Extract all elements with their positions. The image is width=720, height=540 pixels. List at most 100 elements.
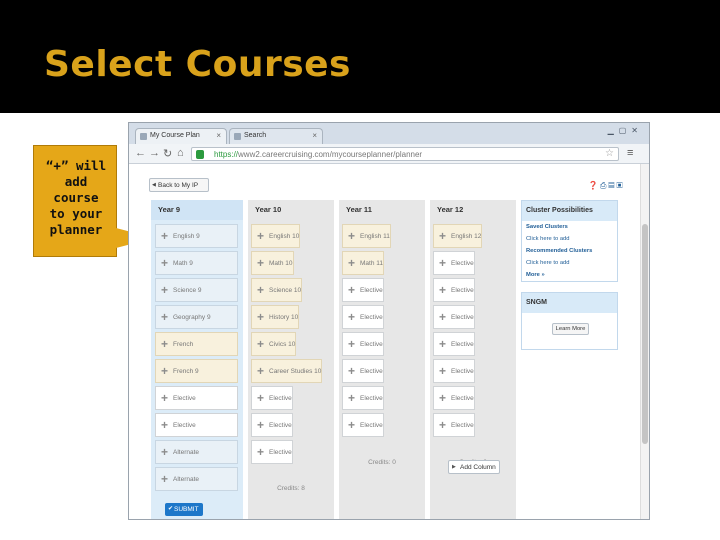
add-course-plus-icon[interactable]: + (161, 337, 168, 351)
add-course-plus-icon[interactable]: + (161, 256, 168, 270)
course-slot[interactable]: + Alternate (155, 440, 238, 464)
add-course-plus-icon[interactable]: + (348, 337, 355, 351)
close-tab-icon[interactable]: × (312, 131, 317, 140)
course-slot[interactable]: + English 10 (251, 224, 301, 248)
course-slot[interactable]: + English 12 (433, 224, 483, 248)
url-input[interactable]: https://www2.careercruising.com/mycourse… (191, 147, 619, 161)
course-slot[interactable]: + Math 11 (342, 251, 385, 275)
cluster-link[interactable]: Click here to add (522, 233, 617, 245)
add-course-plus-icon[interactable]: + (348, 391, 355, 405)
add-course-plus-icon[interactable]: + (257, 391, 264, 405)
course-slot-label: Elective (360, 422, 383, 429)
course-slot[interactable]: + Elective (433, 359, 475, 383)
add-course-plus-icon[interactable]: + (348, 310, 355, 324)
add-course-plus-icon[interactable]: + (439, 418, 446, 432)
add-course-plus-icon[interactable]: + (161, 283, 168, 297)
back-arrow-icon[interactable]: ← (135, 147, 146, 159)
learn-more-button[interactable]: Learn More (552, 323, 589, 335)
add-course-plus-icon[interactable]: + (439, 391, 446, 405)
add-course-plus-icon[interactable]: + (348, 283, 355, 297)
submit-button[interactable]: SUBMIT (165, 503, 203, 516)
course-slot[interactable]: + Elective (342, 386, 384, 410)
cluster-link[interactable]: More » (522, 269, 617, 281)
course-slot[interactable]: + Elective (433, 251, 475, 275)
add-course-plus-icon[interactable]: + (161, 418, 168, 432)
course-slot[interactable]: + French (155, 332, 238, 356)
course-slot[interactable]: + Elective (342, 305, 384, 329)
course-slot[interactable]: + Elective (433, 332, 475, 356)
reload-icon[interactable]: ↻ (163, 147, 172, 160)
add-course-plus-icon[interactable]: + (257, 283, 264, 297)
course-slot[interactable]: + Geography 9 (155, 305, 238, 329)
forward-arrow-icon[interactable]: → (149, 147, 160, 159)
course-slot-label: Elective (269, 422, 292, 429)
course-slot[interactable]: + Alternate (155, 467, 238, 491)
course-slot[interactable]: + Career Studies 10 (251, 359, 323, 383)
window-controls[interactable]: ▁▢✕ (608, 126, 643, 135)
course-slot[interactable]: + Math 9 (155, 251, 238, 275)
course-slot[interactable]: + Science 9 (155, 278, 238, 302)
settings-icon[interactable]: ▣ (616, 181, 624, 190)
add-course-plus-icon[interactable]: + (348, 256, 355, 270)
course-slot[interactable]: + English 9 (155, 224, 238, 248)
add-course-plus-icon[interactable]: + (257, 418, 264, 432)
page-scrollbar[interactable] (640, 164, 649, 519)
course-slot[interactable]: + Elective (342, 359, 384, 383)
course-slot[interactable]: + Elective (155, 386, 238, 410)
course-slot[interactable]: + Science 10 (251, 278, 303, 302)
add-course-plus-icon[interactable]: + (257, 364, 264, 378)
scrollbar-thumb[interactable] (642, 224, 648, 444)
course-slot[interactable]: + Elective (433, 413, 475, 437)
home-icon[interactable]: ⌂ (177, 147, 184, 159)
add-course-plus-icon[interactable]: + (348, 418, 355, 432)
add-course-plus-icon[interactable]: + (161, 364, 168, 378)
add-course-plus-icon[interactable]: + (348, 364, 355, 378)
back-to-ip-button[interactable]: Back to My IP (149, 178, 209, 192)
course-slot[interactable]: + Elective (251, 440, 293, 464)
add-course-plus-icon[interactable]: + (439, 229, 446, 243)
cluster-link[interactable]: Click here to add (522, 257, 617, 269)
add-course-plus-icon[interactable]: + (161, 391, 168, 405)
course-slot[interactable]: + Elective (342, 332, 384, 356)
add-course-plus-icon[interactable]: + (257, 256, 264, 270)
add-course-plus-icon[interactable]: + (439, 337, 446, 351)
tab-search[interactable]: Search × (229, 128, 323, 144)
sngm-panel: SNGM Learn More (521, 292, 618, 350)
course-slot[interactable]: + Elective (342, 278, 384, 302)
add-course-plus-icon[interactable]: + (161, 229, 168, 243)
cluster-link[interactable]: Saved Clusters (522, 221, 617, 233)
add-course-plus-icon[interactable]: + (257, 310, 264, 324)
course-slot[interactable]: + Math 10 (251, 251, 294, 275)
add-course-plus-icon[interactable]: + (161, 472, 168, 486)
browser-menu-icon[interactable]: ≡ (627, 147, 633, 159)
add-course-plus-icon[interactable]: + (257, 229, 264, 243)
bookmark-star-icon[interactable]: ☆ (605, 148, 614, 159)
add-course-plus-icon[interactable]: + (439, 256, 446, 270)
tab-label: My Course Plan (150, 132, 200, 139)
add-course-plus-icon[interactable]: + (348, 229, 355, 243)
add-course-plus-icon[interactable]: + (439, 364, 446, 378)
add-course-plus-icon[interactable]: + (161, 445, 168, 459)
course-slot[interactable]: + Elective (433, 386, 475, 410)
add-course-plus-icon[interactable]: + (257, 337, 264, 351)
course-slot[interactable]: + Elective (342, 413, 384, 437)
help-icon[interactable]: ❓ (588, 181, 600, 190)
course-slot[interactable]: + Elective (433, 305, 475, 329)
planner-page: Back to My IP ❓⎙▤▣ Year 9 + English 9 + Math… (129, 164, 649, 519)
add-course-plus-icon[interactable]: + (439, 283, 446, 297)
add-course-plus-icon[interactable]: + (439, 310, 446, 324)
course-slot[interactable]: + Civics 10 (251, 332, 297, 356)
course-slot[interactable]: + History 10 (251, 305, 300, 329)
course-slot[interactable]: + Elective (433, 278, 475, 302)
course-slot[interactable]: + Elective (251, 386, 293, 410)
course-slot[interactable]: + English 11 (342, 224, 391, 248)
close-tab-icon[interactable]: × (216, 131, 221, 140)
add-course-plus-icon[interactable]: + (257, 445, 264, 459)
course-slot[interactable]: + Elective (155, 413, 238, 437)
course-slot[interactable]: + Elective (251, 413, 293, 437)
add-course-plus-icon[interactable]: + (161, 310, 168, 324)
cluster-link[interactable]: Recommended Clusters (522, 245, 617, 257)
course-slot[interactable]: + French 9 (155, 359, 238, 383)
tab-my-course-plan[interactable]: My Course Plan × (135, 128, 227, 144)
add-column-button[interactable]: Add Column (448, 460, 500, 474)
